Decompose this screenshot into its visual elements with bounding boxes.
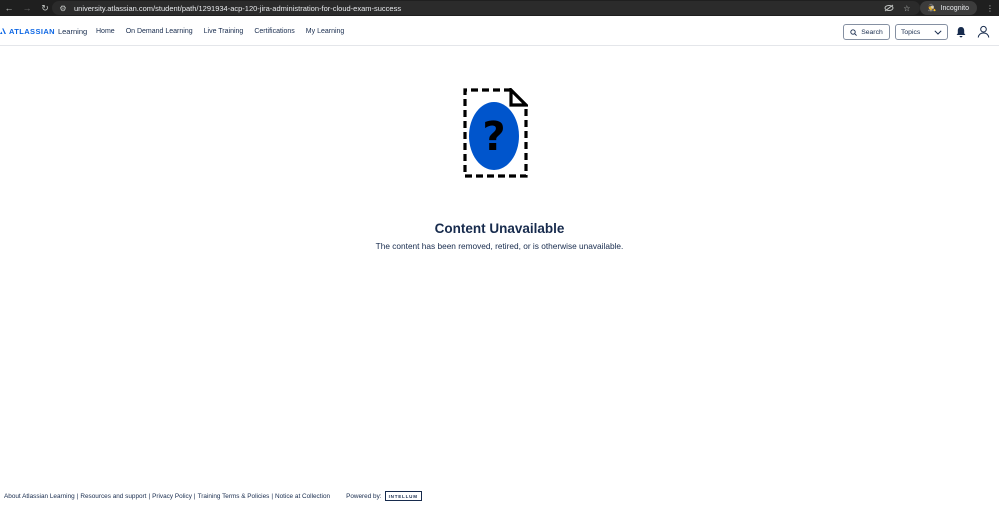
nav-on-demand-learning[interactable]: On Demand Learning bbox=[126, 28, 193, 35]
topics-label: Topics bbox=[901, 28, 921, 36]
main-nav: Home On Demand Learning Live Training Ce… bbox=[96, 16, 355, 46]
powered-by: Powered by: INTELLUM bbox=[346, 491, 422, 501]
search-label: Search bbox=[861, 28, 883, 36]
browser-toolbar: ← → ↻ ⚙ university.atlassian.com/student… bbox=[0, 0, 999, 16]
atlassian-logo-icon bbox=[0, 27, 6, 34]
footer-link-about[interactable]: About Atlassian Learning bbox=[4, 493, 75, 500]
site-footer: About Atlassian Learning | Resources and… bbox=[4, 490, 422, 502]
atlassian-learning-logo[interactable]: ATLASSIAN Learning bbox=[0, 16, 87, 46]
bell-icon[interactable] bbox=[955, 26, 967, 38]
footer-separator: | bbox=[76, 492, 79, 500]
incognito-label: Incognito bbox=[940, 4, 969, 12]
unavailable-message: The content has been removed, retired, o… bbox=[375, 241, 624, 251]
address-bar[interactable]: ⚙ university.atlassian.com/student/path/… bbox=[52, 1, 920, 15]
logo-suffix: Learning bbox=[57, 26, 88, 36]
nav-live-training[interactable]: Live Training bbox=[204, 28, 244, 35]
footer-separator: | bbox=[193, 492, 196, 500]
footer-link-resources[interactable]: Resources and support bbox=[80, 493, 146, 500]
search-icon bbox=[850, 28, 858, 36]
menu-icon[interactable]: ⋮ bbox=[981, 0, 999, 16]
site-info-icon[interactable]: ⚙ bbox=[58, 3, 68, 13]
nav-certifications[interactable]: Certifications bbox=[254, 28, 294, 35]
footer-link-notice[interactable]: Notice at Collection bbox=[275, 493, 330, 500]
site-header: ATLASSIAN Learning Home On Demand Learni… bbox=[0, 16, 999, 46]
search-button[interactable]: Search bbox=[843, 24, 890, 40]
user-icon[interactable] bbox=[977, 25, 990, 38]
footer-link-terms[interactable]: Training Terms & Policies bbox=[198, 493, 270, 500]
page-title: Content Unavailable bbox=[434, 221, 565, 236]
chevron-down-icon bbox=[934, 29, 942, 35]
powered-by-label: Powered by: bbox=[346, 492, 382, 500]
incognito-icon: 🕵 bbox=[927, 5, 937, 12]
nav-home[interactable]: Home bbox=[96, 28, 115, 35]
url-text: university.atlassian.com/student/path/12… bbox=[74, 3, 402, 13]
nav-my-learning[interactable]: My Learning bbox=[306, 28, 345, 35]
logo-brand: ATLASSIAN bbox=[9, 26, 55, 36]
intellum-logo[interactable]: INTELLUM bbox=[384, 491, 422, 501]
footer-link-privacy[interactable]: Privacy Policy bbox=[152, 493, 192, 500]
eye-off-icon[interactable] bbox=[880, 0, 898, 16]
forward-icon[interactable]: → bbox=[18, 0, 36, 16]
incognito-badge[interactable]: 🕵 Incognito bbox=[919, 1, 977, 15]
star-icon[interactable]: ☆ bbox=[898, 0, 916, 16]
back-icon[interactable]: ← bbox=[0, 0, 18, 16]
question-mark-icon: ? bbox=[463, 88, 528, 178]
topics-dropdown[interactable]: Topics bbox=[895, 24, 948, 40]
svg-text:?: ? bbox=[482, 114, 505, 160]
footer-separator: | bbox=[271, 492, 273, 500]
footer-separator: | bbox=[148, 492, 151, 500]
